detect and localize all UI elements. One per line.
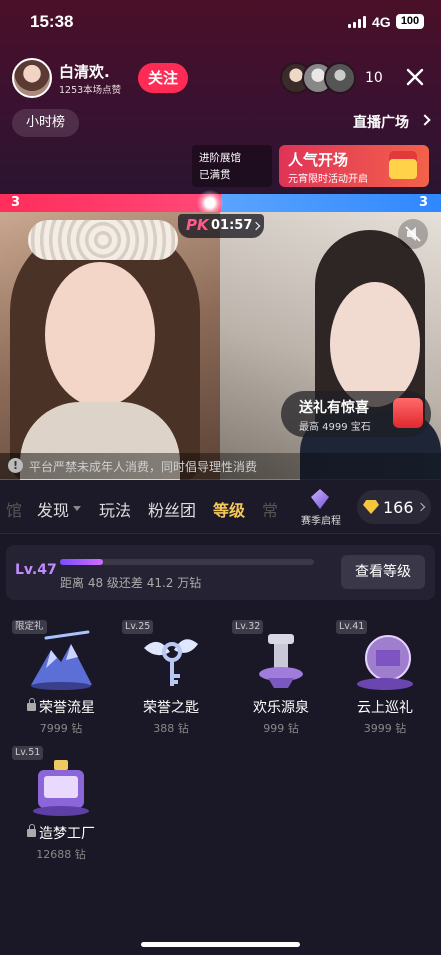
gift-item[interactable]: Lv.41 云上巡礼 3999 钻 (330, 620, 440, 742)
banner-subtitle: 元宵限时活动开启 (288, 174, 368, 185)
home-indicator[interactable] (141, 942, 300, 947)
tab-fans[interactable]: 粉丝团 (148, 497, 196, 521)
chevron-right-icon (416, 502, 426, 512)
level-card: Lv.47 距离 48 级还差 41.2 万钻 查看等级 (6, 545, 435, 600)
cloud-globe-icon (357, 635, 413, 690)
network-label: 4G (372, 14, 391, 30)
tab-discover[interactable]: 发现 (37, 497, 69, 521)
banner-title: 人气开场 (288, 151, 349, 169)
battery-icon: 100 (396, 14, 424, 29)
viewer-count[interactable]: 10 (365, 70, 383, 86)
diamond-count: 166 (383, 498, 414, 517)
diamond-balance[interactable]: 166 (357, 490, 431, 524)
host-avatar[interactable] (12, 58, 52, 98)
gift-name: 欢乐源泉 (253, 700, 309, 716)
advance-line1: 进阶展馆 (199, 152, 241, 164)
warning-icon: ! (8, 458, 23, 473)
follow-button[interactable]: 关注 (138, 63, 188, 93)
pk-logo-text: PK (186, 216, 209, 234)
gift-bubble-title: 送礼有惊喜 (299, 400, 369, 416)
level-gap-text: 距离 48 级还差 41.2 万钻 (60, 576, 202, 590)
pk-timer[interactable]: PK 01:57 (178, 214, 264, 238)
gift-price: 388 钻 (153, 722, 189, 735)
level-progress-fill (60, 559, 104, 565)
right-streamer-video[interactable] (220, 212, 441, 480)
mute-icon[interactable] (398, 219, 428, 249)
host-name: 白清欢. (59, 63, 110, 81)
gift-price: 3999 钻 (363, 722, 407, 735)
advance-gallery-card[interactable]: 进阶展馆 已满贯 (192, 145, 272, 187)
signal-icon (348, 16, 366, 28)
gift-name: 造梦工厂 (6, 823, 116, 843)
meteor-mountain-icon (31, 630, 92, 690)
gift-surprise-bubble[interactable]: 送礼有惊喜 最高 4999 宝石 (281, 391, 431, 437)
gift-price: 7999 钻 (39, 722, 83, 735)
gift-item[interactable]: 限定礼 荣誉流星 7999 钻 (6, 620, 116, 742)
pk-right-score: 3 (418, 195, 428, 210)
event-banner[interactable]: 人气开场 元宵限时活动开启 (279, 145, 429, 187)
tab-play[interactable]: 玩法 (99, 497, 131, 521)
treasure-chest-icon (393, 398, 423, 428)
headband (28, 220, 178, 260)
winged-key-icon (144, 639, 198, 686)
gift-item[interactable]: Lv.51 造梦工厂 12688 钻 (6, 746, 116, 868)
tab-level[interactable]: 等级 (213, 497, 245, 521)
gift-box-icon (389, 151, 417, 179)
season-label: 赛季启程 (301, 516, 341, 527)
chevron-down-icon (73, 506, 81, 511)
level-progress-track (60, 559, 314, 565)
hour-rank-button[interactable]: 小时榜 (12, 109, 79, 137)
viewer-avatar[interactable] (324, 62, 356, 94)
gift-price: 999 钻 (263, 722, 299, 735)
status-bar: 15:38 4G 100 (0, 0, 441, 44)
tab-gallery[interactable]: 馆 (6, 497, 22, 521)
close-icon[interactable] (404, 66, 426, 88)
fountain-icon (259, 634, 303, 688)
gift-name: 云上巡礼 (357, 700, 413, 716)
notice-bar: ! 平台严禁未成年人消费，同时倡导理性消费 (0, 453, 441, 479)
season-gem-icon (311, 489, 329, 509)
advance-line2: 已满贯 (199, 169, 231, 181)
pk-red-side (0, 194, 221, 212)
lock-icon (27, 698, 36, 711)
dream-factory-icon (33, 760, 89, 816)
pk-blue-side (220, 194, 441, 212)
streamer-face (330, 282, 420, 407)
pk-left-score: 3 (11, 195, 21, 210)
streamer-face (45, 262, 155, 407)
host-likes: 1253本场点赞 (59, 85, 122, 96)
season-start-button[interactable]: 赛季启程 (288, 486, 354, 527)
chevron-right-icon (251, 221, 261, 231)
pk-logo: PK (186, 216, 209, 234)
gift-price: 12688 钻 (36, 848, 86, 861)
notice-text: 平台严禁未成年人消费，同时倡导理性消费 (29, 460, 258, 474)
gift-name: 荣誉流星 (6, 697, 116, 717)
left-streamer-video[interactable] (0, 212, 220, 480)
gift-item[interactable]: Lv.25 荣誉之匙 388 钻 (116, 620, 226, 742)
current-level: Lv.47 (15, 562, 57, 578)
lock-icon (27, 824, 36, 837)
tab-more[interactable]: 常 (262, 497, 278, 521)
gift-name: 荣誉之匙 (143, 700, 199, 716)
diamond-icon (363, 500, 379, 514)
pk-countdown: 01:57 (211, 218, 253, 233)
gift-bubble-sub: 最高 4999 宝石 (299, 422, 371, 433)
status-time: 15:38 (30, 12, 74, 31)
live-plaza-link[interactable]: 直播广场 (353, 112, 409, 132)
gift-item[interactable]: Lv.32 欢乐源泉 999 钻 (226, 620, 336, 742)
view-level-button[interactable]: 查看等级 (341, 555, 425, 589)
